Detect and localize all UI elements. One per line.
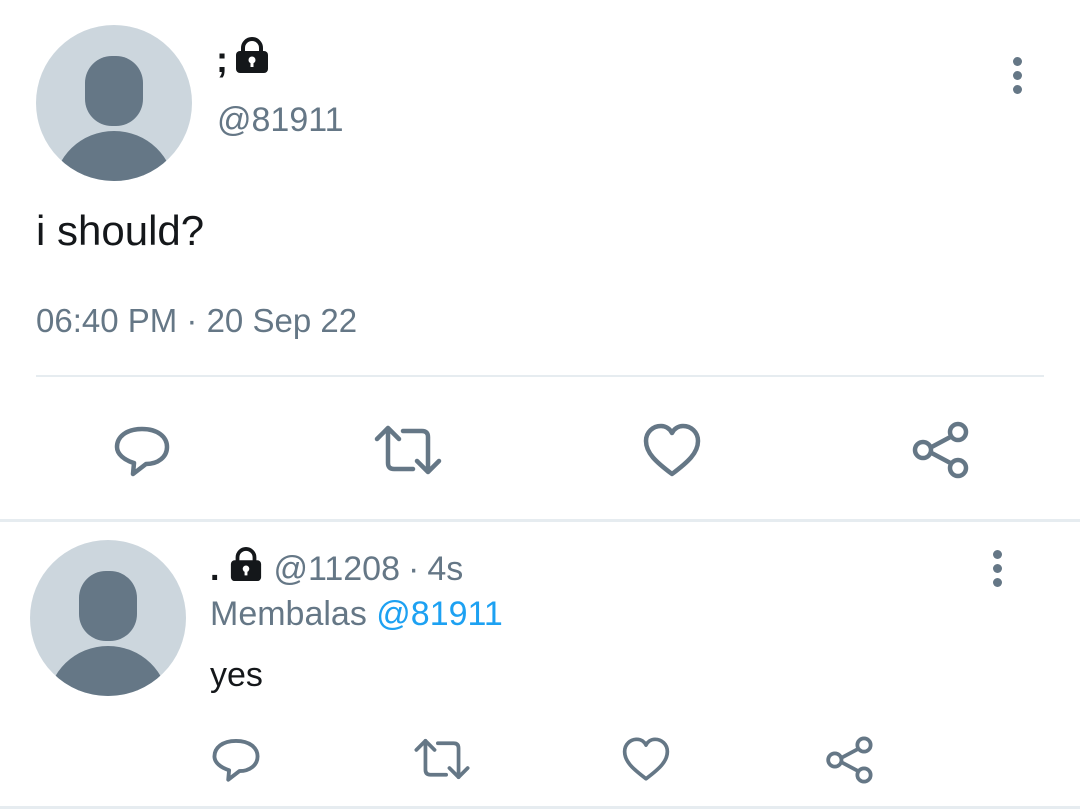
reply-icon bbox=[114, 426, 170, 477]
default-avatar-icon bbox=[54, 56, 174, 181]
replying-to-line: Membalas @81911 bbox=[210, 595, 503, 634]
share-icon bbox=[826, 736, 873, 784]
more-options-button[interactable] bbox=[1002, 57, 1032, 94]
like-icon bbox=[643, 423, 701, 477]
avatar[interactable] bbox=[36, 25, 192, 181]
retweet-button[interactable] bbox=[412, 733, 472, 785]
share-button[interactable] bbox=[908, 418, 972, 482]
reply-author-row: . @11208 · 4s bbox=[210, 546, 463, 592]
tweet-text: i should? bbox=[36, 207, 205, 254]
reply-text: yes bbox=[210, 656, 263, 694]
replying-to-handle[interactable]: @81911 bbox=[376, 595, 503, 633]
more-vertical-icon bbox=[1012, 57, 1022, 66]
reply-icon bbox=[212, 738, 260, 782]
share-icon bbox=[912, 421, 969, 479]
divider bbox=[36, 375, 1044, 377]
retweet-icon bbox=[374, 425, 442, 475]
reply-avatar[interactable] bbox=[30, 540, 186, 696]
like-button[interactable] bbox=[640, 418, 704, 482]
separator: · bbox=[408, 549, 420, 588]
reply-display-name[interactable]: . bbox=[210, 550, 219, 589]
share-button[interactable] bbox=[822, 733, 876, 787]
lock-icon bbox=[234, 36, 270, 84]
reply-more-options-button[interactable] bbox=[982, 550, 1012, 587]
tweet-timestamp[interactable]: 06:40 PM · 20 Sep 22 bbox=[36, 302, 357, 340]
author-name-row: ; bbox=[216, 36, 270, 84]
reply-button[interactable] bbox=[210, 733, 262, 785]
reply-button[interactable] bbox=[110, 418, 174, 482]
retweet-icon bbox=[414, 738, 470, 780]
like-icon bbox=[622, 737, 670, 781]
bottom-divider bbox=[0, 806, 1080, 809]
lock-icon bbox=[229, 546, 263, 592]
like-button[interactable] bbox=[620, 733, 672, 785]
default-avatar-icon bbox=[48, 571, 168, 696]
display-name[interactable]: ; bbox=[216, 39, 228, 81]
author-handle[interactable]: @81911 bbox=[217, 101, 344, 140]
reply-time[interactable]: 4s bbox=[427, 550, 463, 589]
replying-prefix: Membalas bbox=[210, 595, 367, 633]
more-vertical-icon bbox=[992, 550, 1002, 559]
reply-author-handle[interactable]: @11208 bbox=[273, 550, 400, 589]
retweet-button[interactable] bbox=[372, 418, 444, 482]
section-divider bbox=[0, 519, 1080, 522]
